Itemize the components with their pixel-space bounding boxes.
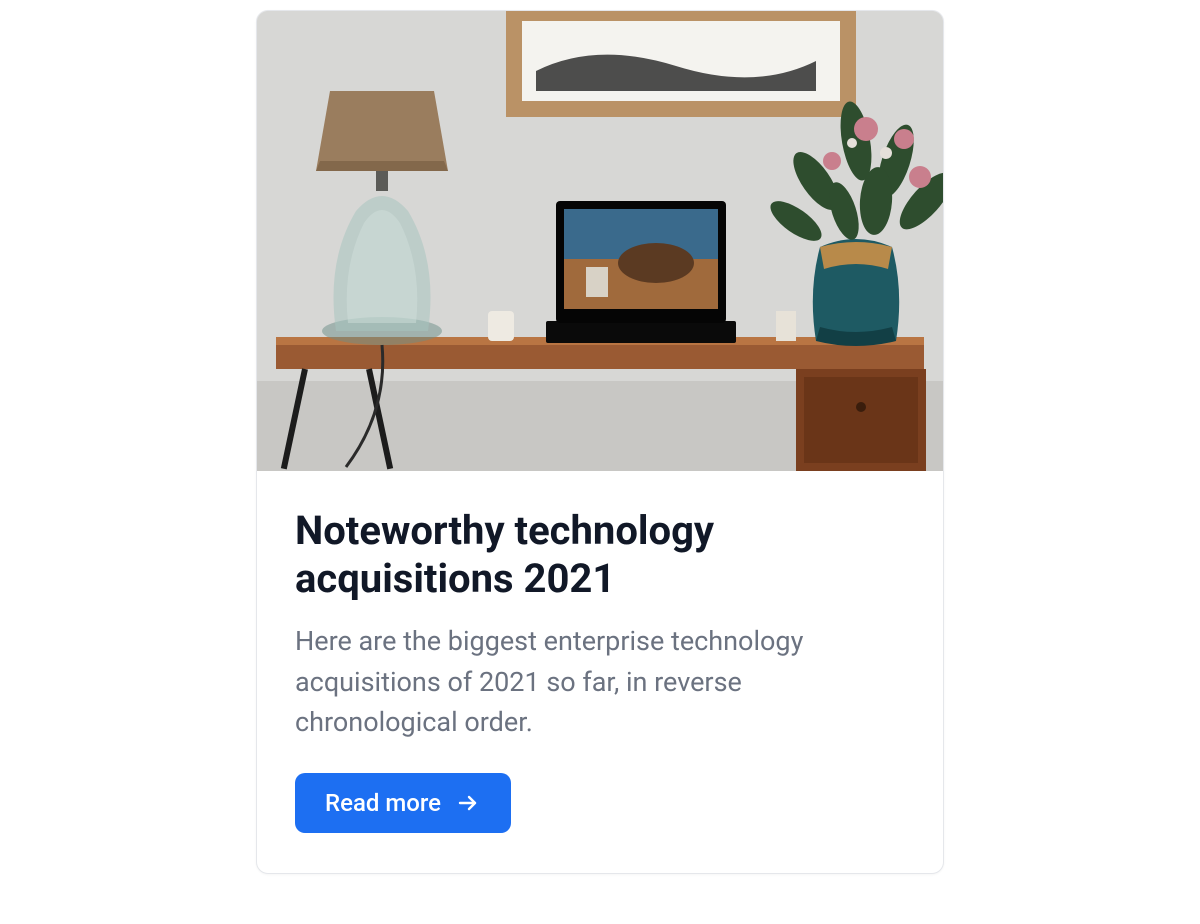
card-title-link[interactable]: Noteworthy technology acquisitions 2021 <box>295 507 905 603</box>
card-description: Here are the biggest enterprise technolo… <box>295 621 905 743</box>
card-image-link[interactable] <box>257 11 943 471</box>
card-body: Noteworthy technology acquisitions 2021 … <box>257 471 943 873</box>
card-title: Noteworthy technology acquisitions 2021 <box>295 507 905 603</box>
read-more-button[interactable]: Read more <box>295 773 511 833</box>
read-more-label: Read more <box>325 789 441 817</box>
arrow-right-icon <box>455 790 481 816</box>
article-card: Noteworthy technology acquisitions 2021 … <box>256 10 944 874</box>
card-image-illustration <box>257 11 943 471</box>
